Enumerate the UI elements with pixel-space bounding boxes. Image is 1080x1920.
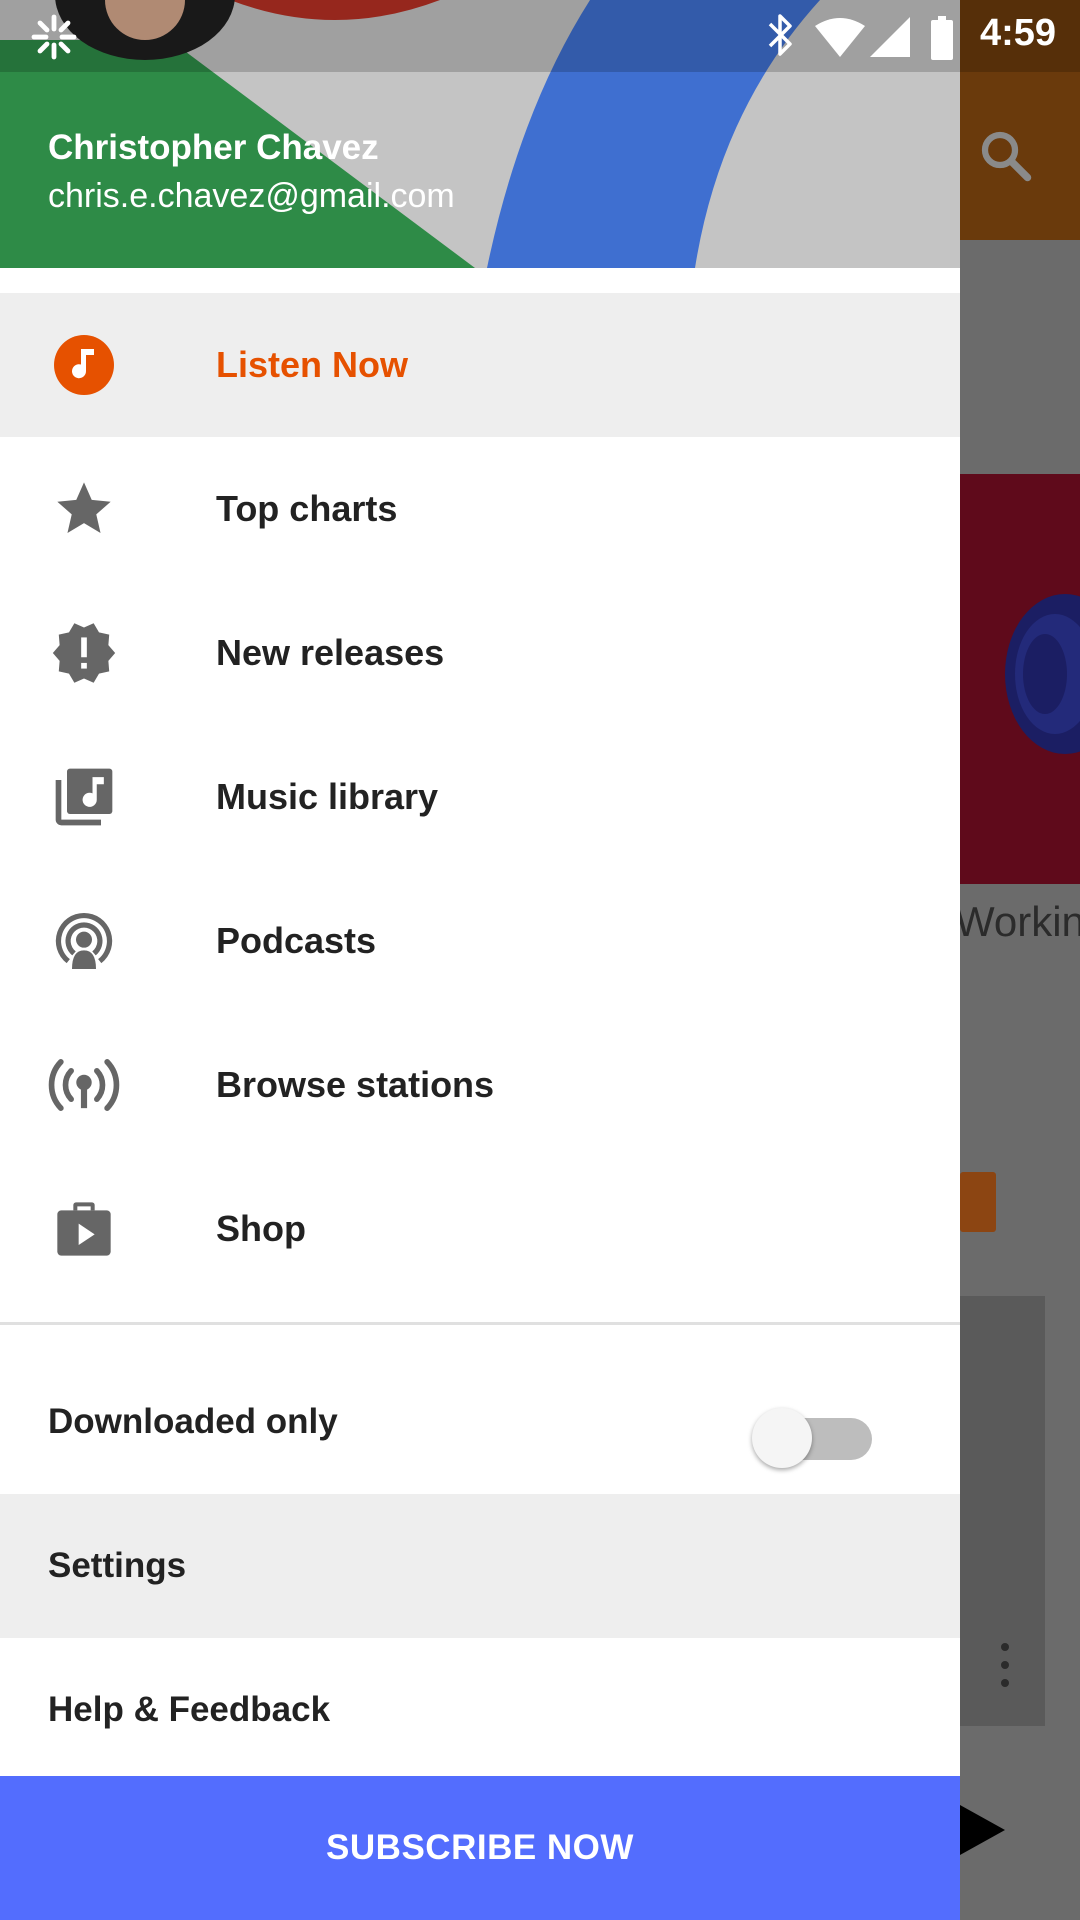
background-album-card (960, 474, 1080, 884)
menu-item-browse-stations[interactable]: Browse stations (0, 1013, 960, 1157)
status-time: 4:59 (979, 12, 1056, 54)
background-button (960, 1172, 996, 1232)
cell-signal-icon (870, 17, 910, 57)
downloaded-only-toggle[interactable] (752, 1402, 880, 1468)
podcast-icon (48, 909, 120, 973)
menu-item-shop[interactable]: Shop (0, 1157, 960, 1301)
account-name: Christopher Chavez (48, 128, 379, 167)
background-card-caption: Workin (955, 898, 1080, 945)
subscribe-now-button[interactable]: SUBSCRIBE NOW (0, 1776, 960, 1920)
help-feedback-label: Help & Feedback (48, 1690, 331, 1729)
app-notification-icon (31, 14, 77, 60)
menu-label: Top charts (216, 488, 398, 529)
wifi-icon (815, 18, 865, 57)
menu-item-listen-now[interactable]: Listen Now (0, 293, 960, 437)
more-vert-icon (1001, 1643, 1009, 1687)
star-icon (48, 477, 120, 541)
menu-item-podcasts[interactable]: Podcasts (0, 869, 960, 1013)
account-email: chris.e.chavez@gmail.com (48, 177, 455, 215)
status-bar: 4:59 (0, 0, 1080, 72)
play-icon (960, 1805, 1005, 1855)
settings-label: Settings (48, 1546, 187, 1585)
downloaded-only-label: Downloaded only (48, 1402, 338, 1441)
drawer-menu: Listen Now Top charts New releases Music… (0, 293, 960, 1301)
menu-label: Listen Now (216, 344, 409, 385)
menu-label: Podcasts (216, 920, 377, 961)
menu-item-top-charts[interactable]: Top charts (0, 437, 960, 581)
help-feedback-item[interactable]: Help & Feedback (0, 1638, 960, 1782)
menu-label: New releases (216, 632, 445, 673)
menu-label: Shop (216, 1208, 306, 1249)
battery-icon (931, 16, 953, 60)
shop-icon (48, 1197, 120, 1261)
menu-label: Browse stations (216, 1064, 495, 1105)
radio-station-icon (48, 1053, 120, 1117)
listen-now-icon (48, 333, 120, 397)
menu-item-music-library[interactable]: Music library (0, 725, 960, 869)
search-icon (981, 131, 1032, 182)
settings-item[interactable]: Settings (0, 1494, 960, 1638)
navigation-drawer: Christopher Chavez chris.e.chavez@gmail.… (0, 0, 960, 1920)
new-releases-icon (48, 621, 120, 685)
menu-label: Music library (216, 776, 439, 817)
downloaded-only-row[interactable]: Downloaded only (0, 1350, 960, 1494)
menu-item-new-releases[interactable]: New releases (0, 581, 960, 725)
status-icons (768, 14, 953, 60)
bluetooth-icon (768, 14, 792, 56)
menu-divider (0, 1322, 960, 1325)
music-library-icon (48, 765, 120, 829)
